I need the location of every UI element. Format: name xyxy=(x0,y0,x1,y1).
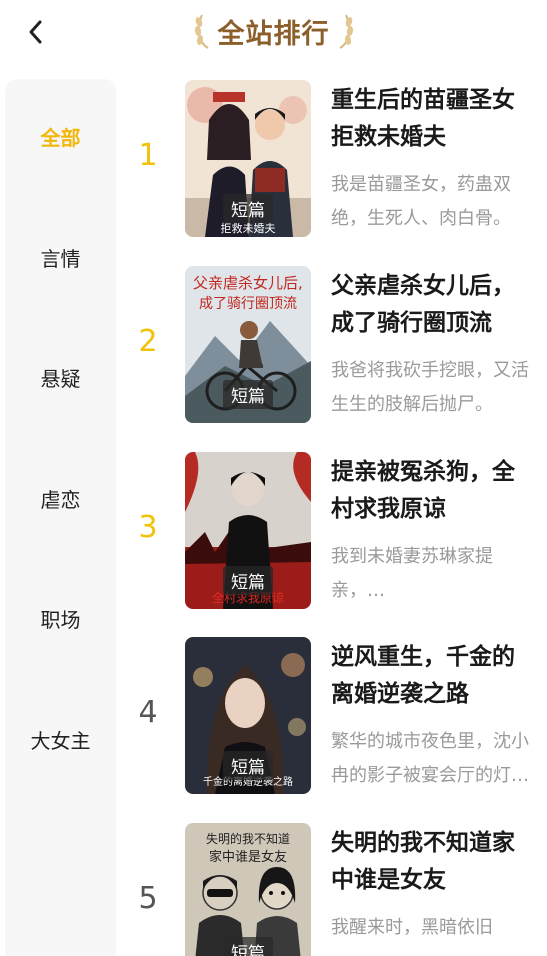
back-button[interactable] xyxy=(20,14,52,50)
book-description: 繁华的城市夜色里，沈小冉的影子被宴会厅的灯光拉长。 xyxy=(331,731,529,786)
category-item-all[interactable]: 全部 xyxy=(5,122,116,151)
category-item-angst[interactable]: 虐恋 xyxy=(5,484,116,513)
book-title[interactable]: 父亲虐杀女儿后，成了骑行圈顶流 xyxy=(331,268,531,342)
ranking-item[interactable]: 3 全村求我原谅 短篇 提亲被冤杀狗，全村求我原谅 我到未婚妻苏琳家提亲，… xyxy=(120,452,547,612)
ranking-item[interactable]: 4 千金的离婚逆袭之路 短篇 逆风重生，千金的离婚逆袭之路 繁华的城市夜色里，沈… xyxy=(120,637,547,797)
svg-text:父亲虐杀女儿后,: 父亲虐杀女儿后, xyxy=(193,274,303,292)
rank-number: 5 xyxy=(138,881,158,916)
short-story-badge: 短篇 xyxy=(223,194,273,223)
ranking-item[interactable]: 1 拒救未婚夫 短篇 重生后的苗疆圣女拒救未婚夫 我是苗疆圣女，药蛊双绝，生死人… xyxy=(120,80,547,240)
short-story-badge: 短篇 xyxy=(223,937,273,956)
short-story-badge: 短篇 xyxy=(223,380,273,409)
short-story-badge: 短篇 xyxy=(223,566,273,595)
book-title[interactable]: 失明的我不知道家中谁是女友 xyxy=(331,825,531,899)
category-item-heroine[interactable]: 大女主 xyxy=(5,725,116,754)
book-description: 我醒来时，黑暗依旧 xyxy=(331,917,493,938)
book-title[interactable]: 提亲被冤杀狗，全村求我原谅 xyxy=(331,454,531,528)
svg-text:家中谁是女友: 家中谁是女友 xyxy=(209,849,287,865)
ranking-list: 1 拒救未婚夫 短篇 重生后的苗疆圣女拒救未婚夫 我是苗疆圣女，药蛊双绝，生死人… xyxy=(120,0,547,956)
book-cover[interactable]: 失明的我不知道 家中谁是女友 短篇 xyxy=(185,823,311,956)
book-description: 我是苗疆圣女，药蛊双绝，生死人、肉白骨。 xyxy=(331,174,511,229)
book-cover[interactable]: 拒救未婚夫 短篇 xyxy=(185,80,311,237)
book-title[interactable]: 逆风重生，千金的离婚逆袭之路 xyxy=(331,639,531,713)
book-cover[interactable]: 父亲虐杀女儿后, 成了骑行圈顶流 短篇 xyxy=(185,266,311,423)
category-item-suspense[interactable]: 悬疑 xyxy=(5,363,116,392)
chevron-left-icon xyxy=(29,20,42,44)
rank-number: 4 xyxy=(138,695,158,730)
book-cover[interactable]: 千金的离婚逆袭之路 短篇 xyxy=(185,637,311,794)
svg-text:失明的我不知道: 失明的我不知道 xyxy=(206,831,290,846)
category-item-romance[interactable]: 言情 xyxy=(5,243,116,272)
rank-number: 1 xyxy=(138,138,158,173)
ranking-item[interactable]: 5 失明的我不知道 家中谁是女友 短篇 失明的我不知道家中谁是女友 我醒来时，黑… xyxy=(120,823,547,956)
book-description: 我到未婚妻苏琳家提亲，… xyxy=(331,546,493,601)
book-cover[interactable]: 全村求我原谅 短篇 xyxy=(185,452,311,609)
rank-number: 3 xyxy=(138,510,158,545)
rank-number: 2 xyxy=(138,324,158,359)
book-description: 我爸将我砍手挖眼，又活生生的肢解后抛尸。 xyxy=(331,360,529,415)
svg-text:成了骑行圈顶流: 成了骑行圈顶流 xyxy=(199,296,297,312)
category-item-workplace[interactable]: 职场 xyxy=(5,604,116,633)
category-sidebar: 全部 言情 悬疑 虐恋 职场 大女主 xyxy=(5,79,116,956)
ranking-item[interactable]: 2 父亲虐杀女儿后, 成了骑行圈顶流 短篇 父亲虐杀女儿后，成了骑行圈顶流 我爸… xyxy=(120,266,547,426)
svg-text:拒救未婚夫: 拒救未婚夫 xyxy=(221,221,276,235)
book-title[interactable]: 重生后的苗疆圣女拒救未婚夫 xyxy=(331,82,531,156)
short-story-badge: 短篇 xyxy=(223,751,273,780)
